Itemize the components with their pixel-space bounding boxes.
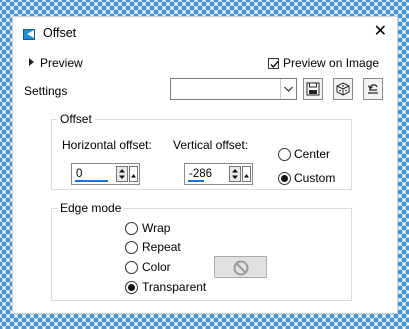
color-radio[interactable]	[125, 261, 138, 274]
center-radio[interactable]	[278, 148, 291, 161]
preview-toggle[interactable]: Preview	[29, 56, 83, 70]
center-label: Center	[294, 147, 331, 161]
wrap-radio[interactable]	[125, 222, 138, 235]
settings-dropdown[interactable]	[170, 78, 297, 100]
window-title: Offset	[43, 26, 77, 40]
no-color-icon	[233, 260, 249, 276]
settings-label: Settings	[24, 84, 68, 98]
repeat-radio[interactable]	[125, 241, 138, 254]
reset-button[interactable]	[363, 78, 383, 100]
slider-dropdown-icon[interactable]	[242, 166, 251, 182]
reset-icon	[367, 84, 378, 94]
vertical-offset-label: Vertical offset:	[173, 138, 249, 152]
dice-icon	[336, 82, 350, 96]
title-bar[interactable]: Offset ✕	[13, 17, 397, 49]
preview-on-image-checkbox[interactable]	[268, 58, 279, 69]
edge-color-button[interactable]	[214, 256, 267, 278]
offset-dialog: Offset ✕ Preview Preview on Image Settin…	[12, 16, 398, 314]
spin-updown-icon[interactable]	[229, 166, 241, 182]
checkmark-icon	[270, 61, 279, 69]
preview-on-image-label: Preview on Image	[283, 56, 380, 70]
vertical-offset-spinner[interactable]: -286	[184, 163, 253, 185]
chevron-down-icon[interactable]	[280, 79, 296, 99]
floppy-disk-icon	[306, 82, 320, 96]
spin-updown-icon[interactable]	[116, 166, 128, 182]
slider-dropdown-icon[interactable]	[129, 166, 138, 182]
edge-mode-legend: Edge mode	[57, 201, 125, 215]
value-underline	[75, 180, 108, 182]
expand-triangle-icon	[29, 58, 34, 66]
app-icon	[23, 29, 35, 40]
radio-selected-dot	[281, 175, 288, 182]
horizontal-offset-spinner[interactable]: 0	[71, 163, 140, 185]
value-underline	[188, 180, 204, 182]
transparent-label: Transparent	[142, 280, 207, 294]
preview-label: Preview	[40, 56, 83, 70]
color-label: Color	[142, 260, 171, 274]
horizontal-offset-value[interactable]: 0	[76, 168, 82, 180]
repeat-label: Repeat	[142, 240, 181, 254]
wrap-label: Wrap	[142, 221, 171, 235]
offset-group-legend: Offset	[57, 112, 95, 126]
close-icon[interactable]: ✕	[374, 23, 387, 41]
vertical-offset-value[interactable]: -286	[189, 168, 212, 180]
custom-label: Custom	[294, 171, 336, 185]
save-preset-button[interactable]	[303, 78, 323, 100]
transparent-radio[interactable]	[125, 281, 138, 294]
radio-selected-dot	[128, 284, 135, 291]
custom-radio[interactable]	[278, 172, 291, 185]
randomize-button[interactable]	[333, 78, 353, 100]
horizontal-offset-label: Horizontal offset:	[62, 138, 152, 152]
